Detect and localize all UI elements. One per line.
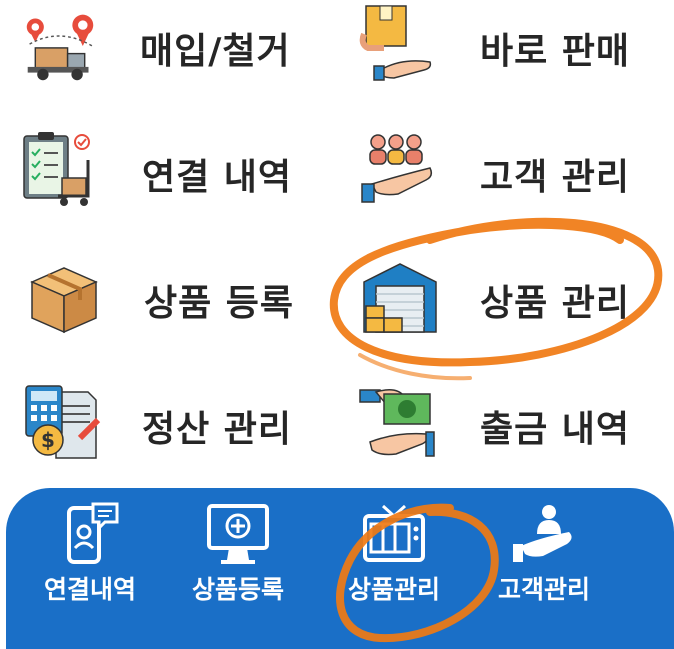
- menu-item-product-management[interactable]: 상품 관리: [352, 256, 652, 346]
- delivery-truck-icon: [26, 14, 94, 81]
- box-icon: [30, 267, 98, 334]
- clipboard-cart-icon: [23, 132, 90, 206]
- bottom-nav-label-connection-history: 연결내역: [43, 575, 136, 604]
- menu-label-withdrawal-history: 출금 내역: [480, 409, 631, 450]
- menu-item-connection-history[interactable]: 연결 내역: [18, 130, 318, 220]
- bottom-nav-customer-management[interactable]: 고객관리: [474, 488, 614, 649]
- hand-people-icon: [361, 134, 433, 203]
- phone-chat-icon: [67, 502, 119, 564]
- hand-cash-icon: [359, 389, 435, 457]
- bottom-nav-bar: 연결내역 상품등록 상품관리 고객관리: [6, 488, 674, 649]
- menu-label-settlement-management: 정산 관리: [142, 409, 293, 450]
- bottom-nav-label-product-registration: 상품등록: [191, 575, 284, 604]
- calculator-invoice-icon: $: [25, 385, 101, 459]
- menu-label-direct-sale: 바로 판매: [480, 31, 631, 72]
- menu-item-settlement-management[interactable]: $ 정산 관리: [18, 382, 318, 472]
- bottom-nav-label-customer-management: 고객관리: [497, 575, 590, 604]
- menu-item-customer-management[interactable]: 고객 관리: [352, 130, 652, 220]
- menu-item-purchase[interactable]: 매입/철거: [18, 4, 318, 94]
- bottom-nav-connection-history[interactable]: 연결내역: [20, 488, 160, 649]
- bottom-nav-product-registration[interactable]: 상품등록: [168, 488, 308, 649]
- menu-label-connection-history: 연결 내역: [142, 157, 293, 198]
- menu-label-product-registration: 상품 등록: [144, 283, 295, 324]
- monitor-plus-icon: [207, 504, 269, 564]
- svg-text:$: $: [41, 428, 55, 452]
- bottom-nav-label-product-management: 상품관리: [347, 575, 440, 604]
- tv-box-icon: [363, 504, 425, 562]
- menu-label-purchase: 매입/철거: [140, 31, 291, 72]
- warehouse-icon: [363, 263, 437, 333]
- bottom-nav-product-management[interactable]: 상품관리: [324, 488, 464, 649]
- menu-item-product-registration[interactable]: 상품 등록: [18, 256, 318, 346]
- hand-person-icon: [513, 505, 572, 562]
- menu-item-direct-sale[interactable]: 바로 판매: [352, 4, 652, 94]
- menu-label-product-management: 상품 관리: [480, 283, 631, 324]
- menu-item-withdrawal-history[interactable]: 출금 내역: [352, 382, 652, 472]
- hand-box-icon: [359, 5, 432, 81]
- menu-label-customer-management: 고객 관리: [480, 157, 631, 198]
